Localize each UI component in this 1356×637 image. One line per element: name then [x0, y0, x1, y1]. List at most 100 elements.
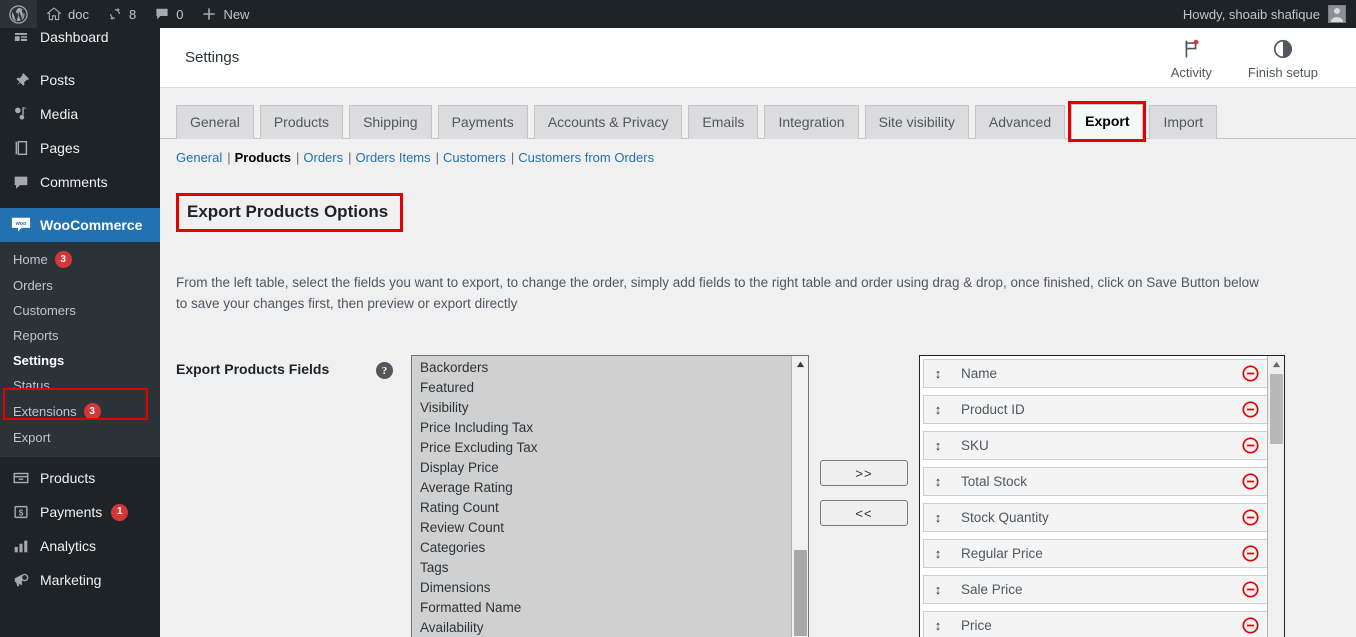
tab-advanced[interactable]: Advanced	[974, 105, 1066, 139]
tab-integration[interactable]: Integration	[764, 105, 859, 139]
tab-emails[interactable]: Emails	[688, 105, 759, 139]
sidebar-item-reports[interactable]: Reports	[0, 323, 160, 348]
minus-circle-icon[interactable]	[1242, 401, 1259, 418]
table-row[interactable]: ↕ Sale Price	[923, 575, 1268, 605]
wordpress-logo-menu[interactable]	[0, 0, 37, 28]
table-row[interactable]: ↕ Product ID	[923, 395, 1268, 425]
list-item[interactable]: Visibility	[420, 398, 789, 418]
sidebar-item-products[interactable]: Products	[0, 461, 160, 495]
remove-fields-button[interactable]: <<	[820, 500, 908, 527]
table-row[interactable]: ↕ Total Stock	[923, 467, 1268, 497]
sidebar-item-posts[interactable]: Posts	[0, 63, 160, 97]
minus-circle-icon[interactable]	[1242, 509, 1259, 526]
activity-button[interactable]: Activity	[1153, 37, 1230, 88]
woocommerce-submenu: Home 3 Orders Customers Reports Settings…	[0, 242, 160, 457]
available-fields-options: Backorders Featured Visibility Price Inc…	[412, 356, 789, 637]
drag-vertical-icon[interactable]: ↕	[930, 403, 946, 416]
tab-accounts-privacy[interactable]: Accounts & Privacy	[533, 105, 683, 139]
minus-circle-icon[interactable]	[1242, 473, 1259, 490]
list-item[interactable]: Price Excluding Tax	[420, 438, 789, 458]
table-row[interactable]: ↕ SKU	[923, 431, 1268, 461]
minus-circle-icon[interactable]	[1242, 437, 1259, 454]
tab-products[interactable]: Products	[259, 105, 344, 139]
drag-vertical-icon[interactable]: ↕	[930, 367, 946, 380]
sidebar-item-payments[interactable]: $ Payments 1	[0, 495, 160, 529]
sidebar-item-settings[interactable]: Settings	[0, 348, 160, 373]
list-item[interactable]: Display Price	[420, 458, 789, 478]
tab-general[interactable]: General	[176, 105, 254, 139]
site-name-menu[interactable]: doc	[37, 0, 98, 28]
table-row[interactable]: ↕ Stock Quantity	[923, 503, 1268, 533]
list-item[interactable]: Categories	[420, 538, 789, 558]
updates-menu[interactable]: 8	[98, 0, 145, 28]
table-row[interactable]: ↕ Price	[923, 611, 1268, 637]
tab-import[interactable]: Import	[1149, 105, 1218, 139]
account-menu[interactable]: Howdy, shoaib shafique	[1183, 5, 1356, 23]
tab-payments[interactable]: Payments	[437, 105, 528, 139]
add-fields-button[interactable]: >>	[820, 460, 908, 487]
list-item[interactable]: Review Count	[420, 518, 789, 538]
list-item[interactable]: Availability	[420, 618, 789, 637]
sidebar-item-home[interactable]: Home 3	[0, 246, 160, 273]
available-fields-list[interactable]: Backorders Featured Visibility Price Inc…	[411, 355, 809, 637]
sidebar-item-pages[interactable]: Pages	[0, 131, 160, 165]
list-item[interactable]: Tags	[420, 558, 789, 578]
minus-circle-icon[interactable]	[1242, 545, 1259, 562]
list-item[interactable]: Formatted Name	[420, 598, 789, 618]
sidebar-item-extensions[interactable]: Extensions 3	[0, 398, 160, 425]
selected-fields-list[interactable]: ↕ Name ↕ Product ID ↕ SKU ↕ Total Stock …	[919, 355, 1285, 637]
sidebar-item-dashboard[interactable]: Dashboard	[0, 28, 160, 54]
drag-vertical-icon[interactable]: ↕	[930, 475, 946, 488]
list-item[interactable]: Rating Count	[420, 498, 789, 518]
list-item[interactable]: Dimensions	[420, 578, 789, 598]
drag-vertical-icon[interactable]: ↕	[930, 547, 946, 560]
drag-vertical-icon[interactable]: ↕	[930, 439, 946, 452]
subtab-orders[interactable]: Orders	[303, 150, 343, 165]
sidebar-item-orders[interactable]: Orders	[0, 273, 160, 298]
scrollbar-thumb[interactable]	[794, 550, 807, 637]
minus-circle-icon[interactable]	[1242, 365, 1259, 382]
sidebar-item-export[interactable]: Export	[0, 425, 160, 450]
sidebar-item-woocommerce[interactable]: woo WooCommerce	[0, 208, 160, 242]
minus-circle-icon[interactable]	[1242, 581, 1259, 598]
sidebar-item-media[interactable]: Media	[0, 97, 160, 131]
comment-icon	[11, 172, 31, 192]
list-item[interactable]: Featured	[420, 378, 789, 398]
question-mark-icon[interactable]: ?	[376, 362, 393, 380]
list-item[interactable]: Average Rating	[420, 478, 789, 498]
sidebar-item-label: Dashboard	[40, 29, 109, 45]
field-name: Sale Price	[961, 582, 1023, 598]
scrollbar-thumb[interactable]	[1270, 374, 1283, 445]
table-row[interactable]: ↕ Name	[923, 359, 1268, 389]
tab-shipping[interactable]: Shipping	[349, 105, 432, 139]
sidebar-item-analytics[interactable]: Analytics	[0, 529, 160, 563]
tab-site-visibility[interactable]: Site visibility	[864, 105, 969, 139]
sidebar-item-customers[interactable]: Customers	[0, 298, 160, 323]
tab-export[interactable]: Export	[1068, 101, 1147, 142]
scroll-up-icon[interactable]	[1268, 356, 1284, 374]
drag-vertical-icon[interactable]: ↕	[930, 583, 946, 596]
minus-circle-icon[interactable]	[1242, 617, 1259, 634]
table-row[interactable]: ↕ Regular Price	[923, 539, 1268, 569]
list-item[interactable]: Backorders	[420, 358, 789, 378]
sidebar-item-comments[interactable]: Comments	[0, 165, 160, 199]
finish-setup-button[interactable]: Finish setup	[1230, 37, 1336, 88]
sidebar-item-marketing[interactable]: Marketing	[0, 563, 160, 597]
available-fields-scrollbar[interactable]	[791, 356, 808, 637]
subtab-orders-items[interactable]: Orders Items	[356, 150, 431, 165]
tab-label: General	[190, 114, 240, 130]
drag-vertical-icon[interactable]: ↕	[930, 619, 946, 632]
comments-menu[interactable]: 0	[145, 0, 192, 28]
subtab-general[interactable]: General	[176, 150, 222, 165]
sidebar-item-status[interactable]: Status	[0, 373, 160, 398]
subtab-products[interactable]: Products	[235, 150, 291, 165]
scroll-up-icon[interactable]	[792, 356, 808, 374]
list-item[interactable]: Price Including Tax	[420, 418, 789, 438]
selected-fields-scrollbar[interactable]	[1267, 356, 1284, 637]
new-content-menu[interactable]: New	[192, 0, 258, 28]
field-name: Total Stock	[961, 474, 1028, 490]
drag-vertical-icon[interactable]: ↕	[930, 511, 946, 524]
subtab-customers[interactable]: Customers	[443, 150, 506, 165]
subtab-customers-from-orders[interactable]: Customers from Orders	[518, 150, 654, 165]
avatar	[1328, 5, 1346, 23]
